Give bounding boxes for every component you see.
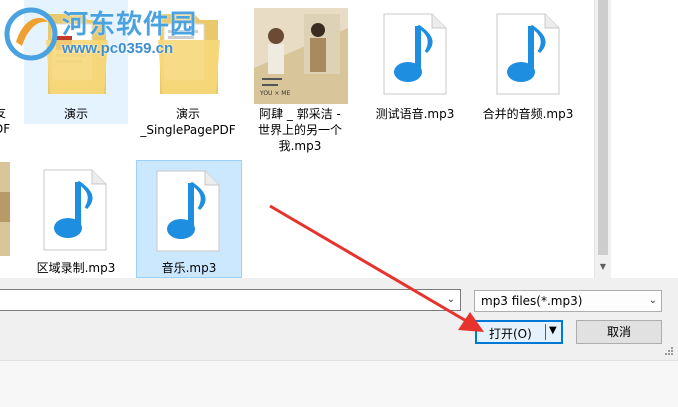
annotation-arrow xyxy=(269,204,484,332)
